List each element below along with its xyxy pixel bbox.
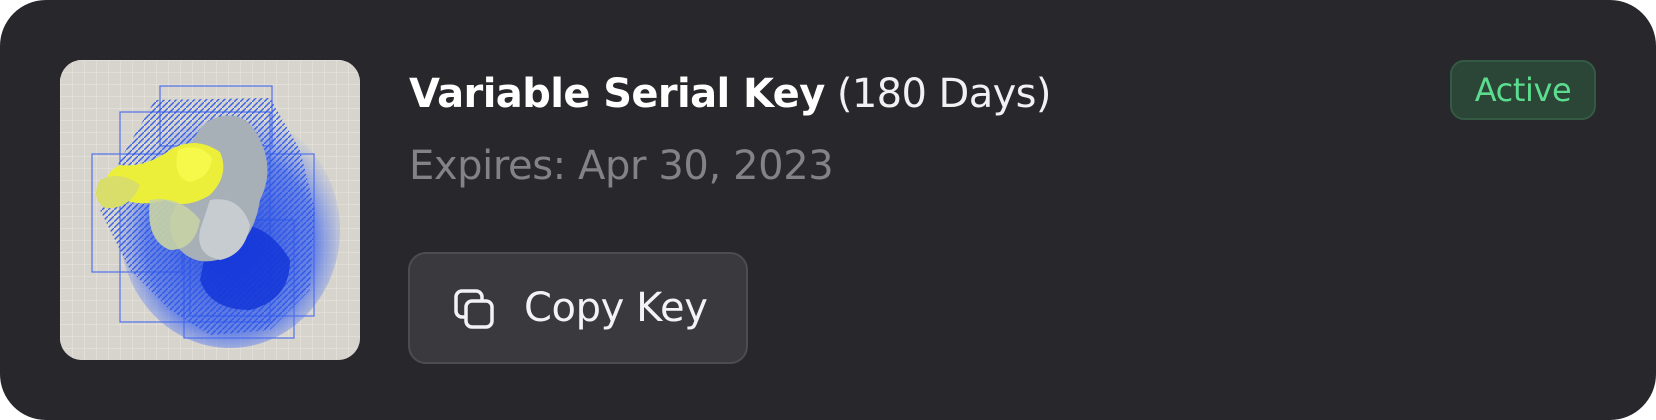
- product-duration: (180 Days): [836, 71, 1052, 117]
- copy-icon: [454, 289, 494, 329]
- expiry-date: Expires: Apr 30, 2023: [409, 143, 834, 189]
- license-key-card: Variable Serial Key (180 Days) Expires: …: [0, 0, 1656, 420]
- copy-key-button[interactable]: Copy Key: [408, 252, 748, 364]
- copy-key-label: Copy Key: [524, 285, 708, 331]
- status-badge: Active: [1450, 60, 1596, 120]
- coral-artwork-image: [60, 60, 360, 360]
- product-name: Variable Serial Key: [409, 71, 825, 117]
- product-thumbnail: [60, 60, 360, 360]
- product-title: Variable Serial Key (180 Days): [409, 66, 1052, 122]
